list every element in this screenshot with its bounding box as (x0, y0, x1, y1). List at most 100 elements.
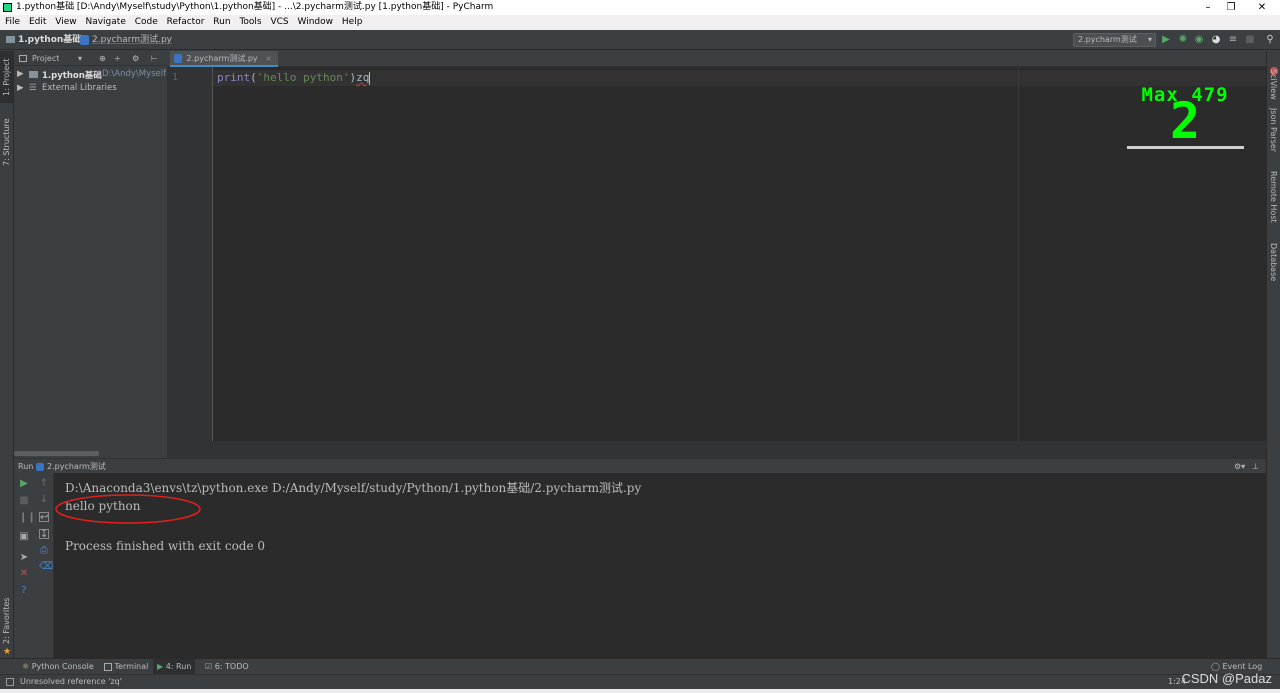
left-tool-strip: 1: Project 7: Structure 2: Favorites ★ (0, 51, 14, 659)
gear-icon[interactable]: ⚙▾ (1234, 459, 1245, 474)
structure-tool-label[interactable]: 7: Structure (2, 118, 11, 166)
tab-python-console[interactable]: ⚛ Python Console (22, 659, 94, 674)
trash-icon[interactable]: ⌫ (39, 562, 53, 572)
remote-host-tool-label[interactable]: Remote Host (1269, 171, 1278, 223)
run-configuration-select[interactable]: 2.pycharm测试 ▾ (1073, 33, 1156, 47)
menu-window[interactable]: Window (298, 15, 334, 30)
line-number: 1 (172, 72, 179, 83)
coverage-icon[interactable]: ◉ (1194, 35, 1204, 45)
terminal-icon (104, 662, 112, 671)
project-panel-scrollbar[interactable] (14, 451, 99, 456)
run-config-tab[interactable]: 2.pycharm测试 (47, 459, 106, 474)
menu-view[interactable]: View (55, 15, 76, 30)
project-view-label[interactable]: Project (32, 51, 59, 66)
breadcrumb-project[interactable]: 1.python基础 (18, 30, 81, 50)
python-file-icon (36, 463, 44, 471)
menu-code[interactable]: Code (135, 15, 158, 30)
folder-icon (6, 36, 15, 43)
run-config-label: 2.pycharm测试 (1078, 35, 1137, 44)
code-function: print (217, 71, 251, 84)
navigation-bar: 1.python基础 2.pycharm测试.py 2.pycharm测试 ▾ … (0, 30, 1280, 50)
breadcrumb-file[interactable]: 2.pycharm测试.py (92, 30, 172, 50)
stop-icon[interactable]: ■ (1245, 35, 1255, 45)
project-panel: Project ▾ ⊕ ÷ ⚙ ⊢ ▶ 1.python基础 D:\Andy\M… (14, 51, 166, 458)
json-parser-tool-label[interactable]: Json Parser (1269, 108, 1278, 152)
gear-icon[interactable]: ⚙ (132, 51, 139, 66)
menu-bar: File Edit View Navigate Code Refactor Ru… (0, 15, 1280, 30)
menu-refactor[interactable]: Refactor (167, 15, 205, 30)
close-icon[interactable]: ✕ (19, 569, 29, 579)
rerun-icon[interactable]: ▶ (19, 479, 29, 489)
close-window-button[interactable]: ✕ (1244, 0, 1280, 15)
collapse-all-icon[interactable]: ⊕ (99, 51, 106, 66)
tool-window-bar: ⚛ Python Console Terminal ▶ 4: Run ☑ 6: … (0, 658, 1280, 674)
project-tool-label: 1: Project (2, 58, 11, 96)
hide-panel-icon[interactable]: ⊥ (1252, 459, 1259, 474)
help-icon[interactable]: ? (19, 586, 29, 596)
project-root-path: D:\Andy\Myself (102, 69, 167, 79)
print-icon[interactable]: ⎙ (39, 546, 49, 556)
console-finished: Process finished with exit code 0 (65, 539, 266, 553)
search-icon[interactable]: ⚲ (1265, 35, 1275, 45)
database-tool-label[interactable]: Database (1269, 243, 1278, 281)
dump-threads-icon[interactable]: ▣ (19, 532, 29, 542)
scroll-from-source-icon[interactable]: ÷ (114, 51, 121, 66)
favorites-tool-label[interactable]: 2: Favorites (2, 598, 11, 644)
code-string: 'hello python' (256, 71, 350, 84)
arrow-up-icon[interactable]: ↑ (39, 479, 49, 489)
stop-icon[interactable]: ■ (19, 496, 29, 506)
menu-file[interactable]: File (5, 15, 20, 30)
menu-edit[interactable]: Edit (29, 15, 46, 30)
status-toggle-icon[interactable] (6, 678, 14, 686)
tab-terminal[interactable]: Terminal (104, 659, 148, 674)
combo-timer-bar (1127, 146, 1244, 149)
menu-help[interactable]: Help (342, 15, 363, 30)
tab-pycharm-test[interactable]: 2.pycharm测试.py × (170, 51, 278, 67)
pin-icon[interactable]: ➤ (19, 553, 29, 563)
menu-navigate[interactable]: Navigate (85, 15, 125, 30)
csdn-watermark: CSDN @Padaz (1181, 671, 1272, 686)
menu-run[interactable]: Run (213, 15, 230, 30)
menu-vcs[interactable]: VCS (270, 15, 288, 30)
arrow-down-icon[interactable]: ↓ (39, 495, 49, 505)
concurrency-icon[interactable]: ≡ (1228, 35, 1238, 45)
profile-icon[interactable]: ◕ (1211, 35, 1221, 45)
pause-icon[interactable]: ❙❙ (19, 513, 36, 523)
library-icon: ☰ (29, 83, 37, 93)
project-tool-tab[interactable]: 1: Project (0, 51, 13, 103)
soft-wrap-icon[interactable]: ↩ (39, 512, 49, 523)
editor-bottom-area (167, 441, 1266, 458)
close-tab-icon[interactable]: × (265, 54, 272, 63)
debug-icon[interactable]: ✺ (1178, 35, 1188, 45)
title-bar: 1.python基础 [D:\Andy\Myself\study\Python\… (0, 0, 1280, 15)
run-panel-header: Run 2.pycharm测试 ⚙▾ ⊥ (14, 458, 1266, 473)
event-log-label: Event Log (1222, 662, 1263, 671)
python-file-icon (174, 54, 182, 63)
status-message: Unresolved reference 'zq' (20, 677, 122, 686)
status-bar: Unresolved reference 'zq' 1:24 (0, 674, 1280, 689)
run-console[interactable]: D:\Anaconda3\envs\tz\python.exe D:/Andy/… (54, 473, 1266, 658)
run-icon[interactable]: ▶ (1161, 35, 1171, 45)
menu-tools[interactable]: Tools (239, 15, 261, 30)
text-caret (369, 71, 371, 85)
python-console-label: Python Console (31, 662, 94, 671)
tab-run[interactable]: ▶ 4: Run (153, 659, 196, 674)
todo-icon: ☑ (205, 662, 213, 671)
hide-panel-icon[interactable]: ⊢ (151, 51, 158, 66)
run-tab-label: 4: Run (165, 662, 192, 671)
scroll-to-end-icon[interactable]: ↧ (39, 529, 49, 540)
sciview-tool-label[interactable]: SciView (1269, 69, 1278, 100)
run-toolbar-secondary: ↑ ↓ ↩ ↧ ⎙ ⌫ (34, 473, 54, 658)
todo-label: 6: TODO (214, 662, 249, 671)
editor-gutter: 1 (167, 67, 213, 441)
run-panel-title: Run (18, 462, 34, 471)
project-panel-header: Project ▾ ⊕ ÷ ⚙ ⊢ (14, 51, 166, 66)
tab-label: 2.pycharm测试.py (186, 54, 258, 63)
tab-todo[interactable]: ☑ 6: TODO (205, 659, 249, 674)
right-margin-guide (1018, 67, 1019, 441)
event-log-icon: ◯ (1211, 662, 1220, 671)
run-icon: ▶ (157, 662, 164, 671)
chevron-down-icon[interactable]: ▾ (78, 51, 82, 66)
code-editor[interactable]: print('hello python')zq (213, 67, 1266, 441)
python-file-icon (80, 35, 89, 45)
